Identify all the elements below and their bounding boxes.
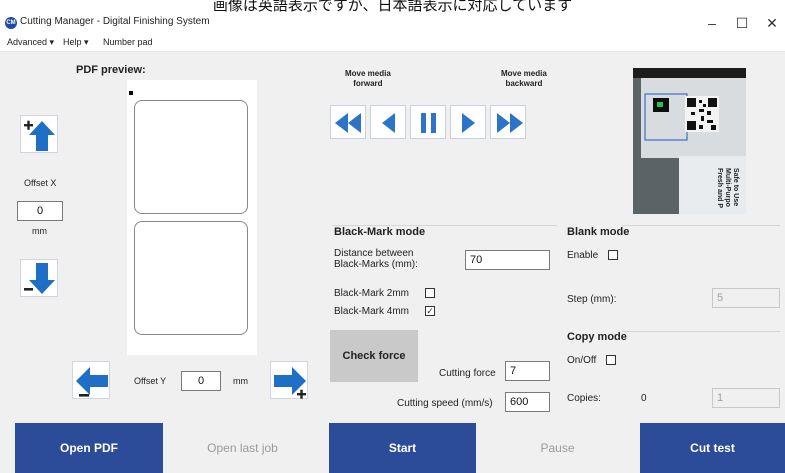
arrow-up-plus-icon <box>24 120 55 151</box>
arrow-right-plus-icon <box>274 367 306 399</box>
offset-y-label: Offset Y <box>134 376 167 386</box>
cutting-manager-window: CM Cutting Manager - Digital Finishing S… <box>0 12 785 473</box>
black-mark-mode-title: Black-Mark mode <box>334 226 426 238</box>
open-last-job-button[interactable]: Open last job <box>170 423 315 473</box>
copies-label: Copies: <box>567 393 601 404</box>
pause-button[interactable]: Pause <box>484 423 631 473</box>
offset-y-left-button[interactable] <box>72 361 110 399</box>
black-mark-2mm-checkbox[interactable] <box>425 288 435 298</box>
copies-input[interactable]: 1 <box>712 388 780 408</box>
offset-y-right-button[interactable] <box>270 361 308 399</box>
cutting-speed-label: Cutting speed (mm/s) <box>397 398 493 409</box>
camera-sticker-text: Safe to Use Multi-Purpo Fresh and P <box>716 168 739 209</box>
cut-test-button[interactable]: Cut test <box>640 423 785 473</box>
blank-step-label: Step (mm): <box>567 294 617 305</box>
maximize-button[interactable]: ☐ <box>727 13 757 33</box>
separator-copy-mode <box>622 331 780 332</box>
black-mark-2mm-label: Black-Mark 2mm <box>334 288 410 299</box>
camera-preview: Safe to Use Multi-Purpo Fresh and P <box>633 68 746 214</box>
step-back-button[interactable] <box>370 105 406 139</box>
menu-number-pad[interactable]: Number pad <box>103 37 153 47</box>
copy-onoff-label: On/Off <box>567 355 597 366</box>
cutting-force-input[interactable]: 7 <box>505 361 550 381</box>
blank-enable-checkbox[interactable] <box>608 250 618 260</box>
step-back-icon <box>382 113 395 133</box>
cutting-force-label: Cutting force <box>439 368 496 379</box>
pdf-preview-canvas <box>127 80 257 355</box>
offset-y-input[interactable]: 0 <box>181 371 221 391</box>
menu-advanced[interactable]: Advanced ▾ <box>7 37 54 48</box>
separator-blank-mode <box>622 225 780 226</box>
offset-x-up-button[interactable] <box>20 115 58 153</box>
window-title: Cutting Manager - Digital Finishing Syst… <box>20 16 210 27</box>
blank-enable-label: Enable <box>567 250 599 261</box>
pause-icon <box>421 113 436 133</box>
fast-forward-button[interactable] <box>490 105 526 139</box>
fast-rewind-icon <box>335 113 361 133</box>
cutting-speed-input[interactable]: 600 <box>505 392 550 412</box>
offset-x-input[interactable]: 0 <box>17 201 63 221</box>
qr-code-icon <box>685 96 719 132</box>
black-mark-indicator <box>129 91 133 95</box>
fast-forward-icon <box>497 113 523 133</box>
close-button[interactable]: ✕ <box>757 13 785 33</box>
black-mark-4mm-label: Black-Mark 4mm <box>334 306 410 317</box>
japanese-display-note: 画像は英語表示ですが、日本語表示に対応しています <box>212 0 573 12</box>
offset-x-down-button[interactable] <box>20 259 58 297</box>
open-pdf-button[interactable]: Open PDF <box>15 423 163 473</box>
copy-onoff-checkbox[interactable] <box>606 355 616 365</box>
copy-mode-title: Copy mode <box>567 331 627 343</box>
step-forward-button[interactable] <box>450 105 486 139</box>
pause-media-button[interactable] <box>410 105 446 139</box>
check-force-button[interactable]: Check force <box>330 330 418 382</box>
arrow-down-minus-icon <box>24 263 55 294</box>
offset-x-label: Offset X <box>24 178 57 188</box>
preview-label-1 <box>134 100 248 214</box>
title-bar: CM Cutting Manager - Digital Finishing S… <box>0 12 785 34</box>
start-button[interactable]: Start <box>329 423 476 473</box>
black-mark-4mm-checkbox[interactable]: ✓ <box>425 306 435 316</box>
arrow-left-minus-icon <box>76 367 108 397</box>
offset-x-unit: mm <box>32 226 47 236</box>
menu-help[interactable]: Help ▾ <box>63 37 89 48</box>
menu-bar: Advanced ▾ Help ▾ Number pad <box>0 34 785 52</box>
move-media-backward-label: Move media backward <box>501 69 547 88</box>
step-forward-icon <box>462 113 475 133</box>
blank-mode-title: Blank mode <box>567 226 630 238</box>
black-mark-distance-label: Distance between Black-Marks (mm): <box>334 248 418 270</box>
app-logo-icon: CM <box>5 17 17 29</box>
preview-label-2 <box>134 221 248 335</box>
black-mark-distance-input[interactable]: 70 <box>465 250 550 270</box>
fast-rewind-button[interactable] <box>330 105 366 139</box>
pdf-preview-label: PDF preview: <box>76 64 146 76</box>
move-media-forward-label: Move media forward <box>345 69 391 88</box>
offset-y-unit: mm <box>233 376 248 386</box>
copies-count: 0 <box>641 393 647 404</box>
minimize-button[interactable]: – <box>697 13 727 33</box>
blank-step-input[interactable]: 5 <box>712 288 780 308</box>
